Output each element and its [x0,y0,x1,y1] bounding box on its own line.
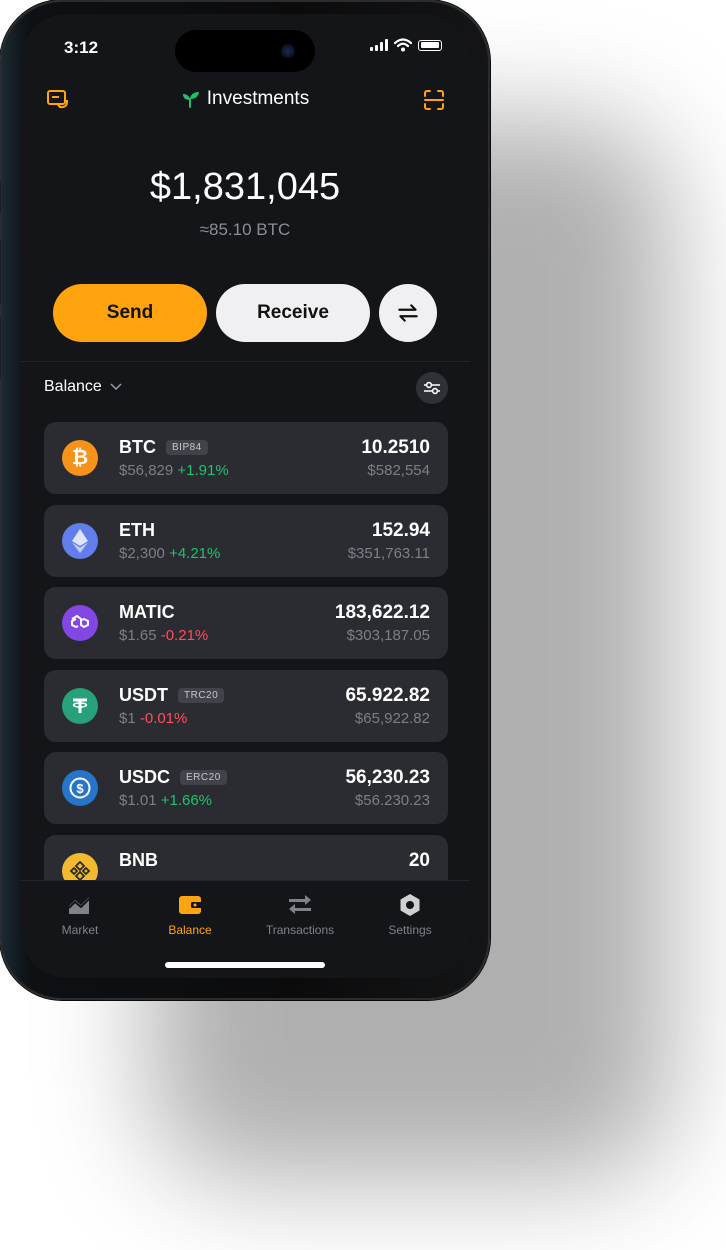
asset-amount: 183,622.12 [334,602,430,623]
asset-value: $65,922.82 [354,709,430,727]
asset-row-btc[interactable]: ₿ BTC BIP84 $56,829 +1.91% 10.2510 $582,… [44,422,448,494]
dynamic-island [175,30,315,72]
swap-icon [398,304,418,322]
status-time: 3:12 [64,38,99,57]
balance-sort-dropdown[interactable]: Balance [44,378,122,396]
asset-amount: 152.94 [371,519,430,541]
asset-price: $1 [119,709,136,727]
gear-icon [400,894,420,916]
svg-text:$: $ [76,781,84,796]
wallet-icon [179,896,202,914]
tab-market[interactable]: Market [30,891,130,937]
asset-price: $56,829 [119,462,174,479]
asset-amount: 65.922.82 [345,684,430,706]
asset-price-row: $1 -0.01% [119,710,187,727]
asset-price: $1.65 [119,627,157,644]
asset-value: $351,763.11 [347,544,430,562]
mute-switch [0,180,1,214]
sprout-icon [182,92,199,108]
asset-value: $303,187.05 [346,627,430,644]
tab-balance-label: Balance [168,923,212,937]
asset-change: -0.21% [160,627,209,644]
asset-symbol: USDT [119,684,168,705]
volume-up-button [0,240,1,304]
header-title[interactable]: Investments [20,88,470,110]
asset-tag: ERC20 [180,770,227,785]
asset-symbol: BNB [119,849,158,870]
asset-tag: BIP84 [166,440,208,455]
swap-button[interactable] [379,284,437,342]
asset-amount: 20 [408,849,430,871]
asset-price-row: $56,829 +1.91% [119,462,229,479]
signal-icon [370,39,388,51]
tab-settings-label: Settings [388,923,432,937]
asset-symbol: USDC [119,767,171,787]
asset-price-row: $1.65 -0.21% [119,627,208,644]
asset-change: -0.01% [139,709,188,727]
asset-price-row: $1.01 +1.66% [119,792,212,809]
wifi-icon [394,38,412,52]
asset-value: $56.230.23 [354,792,430,809]
asset-symbol: BTC [119,437,156,457]
filter-button[interactable] [416,372,448,404]
portfolio-total: $1,831,045 [149,166,341,208]
tab-market-label: Market [61,923,99,937]
home-indicator[interactable] [165,962,325,968]
asset-symbol: MATIC [119,602,175,622]
balance-sort-label: Balance [44,378,102,395]
asset-change: +1.91% [177,462,229,479]
tether-icon [62,687,98,724]
asset-price-row: $2,300 +4.21% [119,545,220,562]
arrows-icon [289,895,311,914]
asset-value: $582,554 [367,462,430,479]
divider [20,361,470,362]
chart-icon [68,896,92,914]
asset-row-usdt[interactable]: USDT TRC20 $1 -0.01% 65.922.82 $65,922.8… [44,669,448,742]
asset-amount: 56,230.23 [345,767,430,788]
polygon-icon [62,605,98,641]
tab-transactions-label: Transactions [265,923,335,937]
asset-row-matic[interactable]: MATIC $1.65 -0.21% 183,622.12 $303,187.0… [44,587,448,659]
page-title: Investments [206,88,310,109]
asset-list: ₿ BTC BIP84 $56,829 +1.91% 10.2510 $582,… [44,422,448,917]
phone-frame: 3:12 Investments $1,831,045 ≈85.10 BTC S… [0,0,490,1000]
tab-transactions[interactable]: Transactions [250,891,350,937]
camera-icon [281,44,295,58]
receive-button[interactable]: Receive [216,284,370,342]
scan-icon[interactable] [422,88,446,112]
asset-amount: 10.2510 [361,437,430,458]
app-screen: 3:12 Investments $1,831,045 ≈85.10 BTC S… [20,14,470,978]
bitcoin-icon: ₿ [62,440,98,476]
usdc-icon: $ [62,770,98,806]
asset-price: $1.01 [119,792,157,809]
tab-balance[interactable]: Balance [140,891,240,937]
asset-change: +1.66% [160,792,213,809]
status-icons [370,38,442,52]
volume-down-button [0,316,1,380]
send-button[interactable]: Send [53,284,207,342]
sliders-icon [424,381,440,395]
portfolio-total-btc: ≈85.10 BTC [199,220,291,239]
asset-tag: TRC20 [178,687,225,703]
asset-price: $2,300 [119,544,165,562]
ethereum-icon [62,522,98,559]
battery-icon [418,39,442,51]
chevron-down-icon [110,383,122,391]
asset-symbol: ETH [119,519,155,540]
asset-row-usdc[interactable]: $ USDC ERC20 $1.01 +1.66% 56,230.23 $56.… [44,752,448,824]
asset-row-eth[interactable]: ETH $2,300 +4.21% 152.94 $351,763.11 [44,504,448,577]
tab-settings[interactable]: Settings [360,891,460,937]
asset-change: +4.21% [169,544,221,562]
